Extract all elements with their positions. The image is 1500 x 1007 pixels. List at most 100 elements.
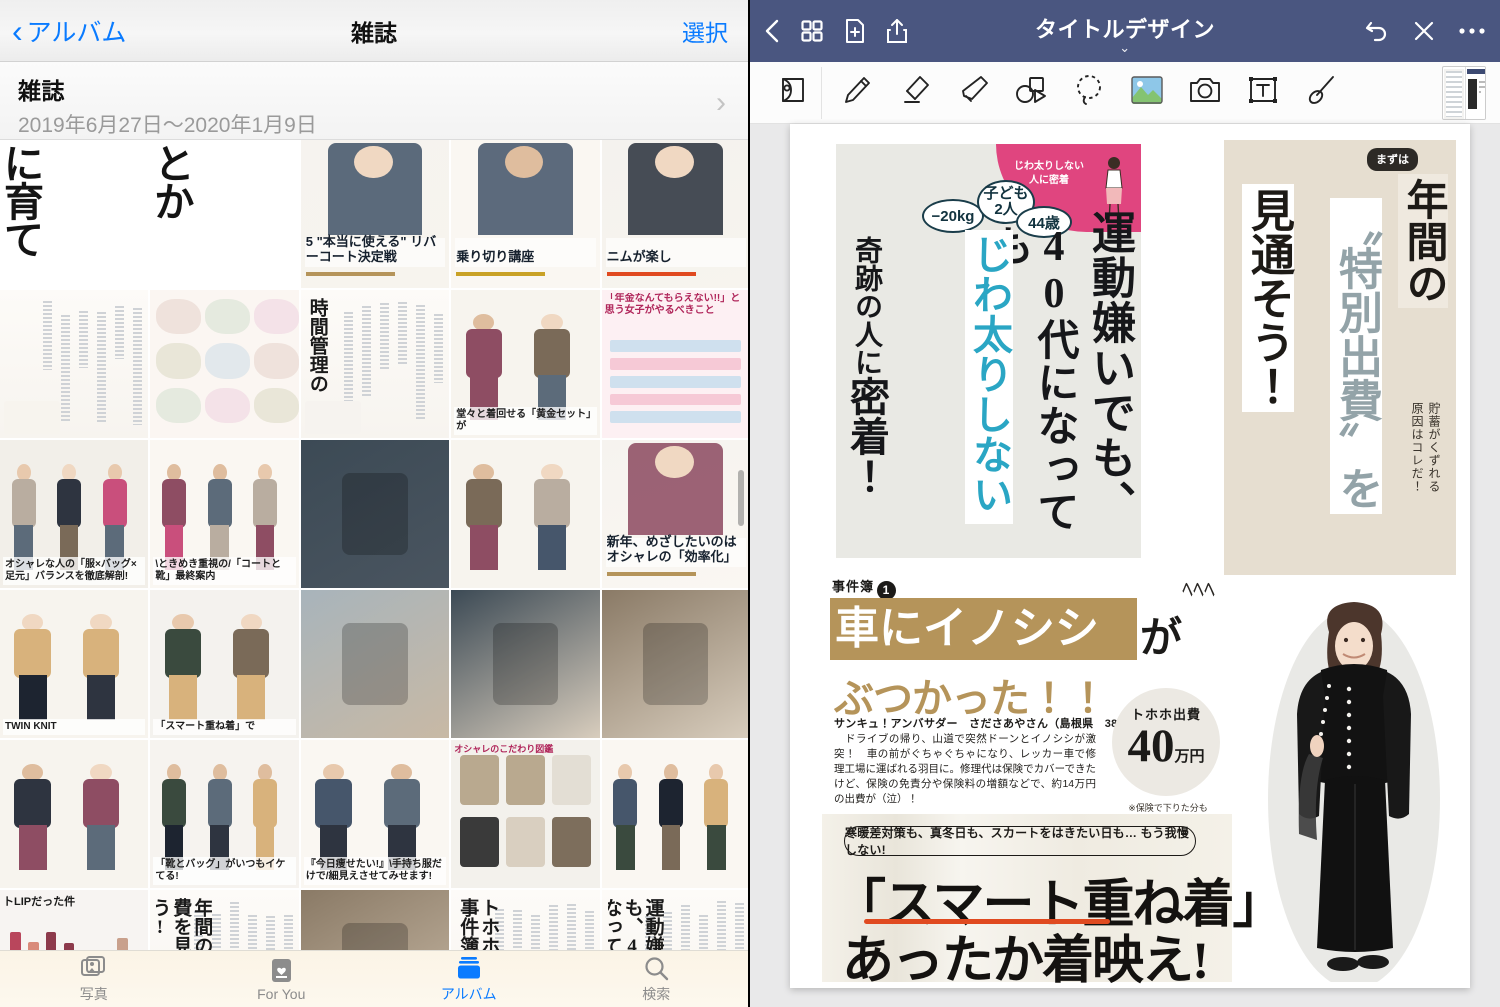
photo-thumbnail[interactable]: [0, 290, 149, 438]
nenkan-line-2: 〝特別出費〟を: [1330, 198, 1382, 514]
tab-albums[interactable]: アルバム: [375, 955, 563, 1004]
photo-thumbnail[interactable]: 乗り切り講座: [451, 140, 600, 288]
photo-thumbnail[interactable]: [0, 740, 149, 888]
photo-thumbnail[interactable]: 「靴とバッグ」がいつもイケてる!: [150, 740, 299, 888]
back-icon[interactable]: [764, 18, 780, 44]
photo-thumbnail[interactable]: トLIPだった件: [0, 890, 149, 950]
grid-scrollbar[interactable]: [738, 470, 744, 526]
back-to-albums-button[interactable]: ‹ アルバム: [12, 13, 126, 49]
select-button[interactable]: 選択: [682, 14, 728, 48]
photos-icon: [0, 955, 188, 982]
photos-app-pane: ‹ アルバム 雑誌 選択 雑誌 2019年6月27日〜2020年1月9日 › に…: [0, 0, 750, 1007]
photo-thumbnail[interactable]: [601, 740, 748, 888]
eraser-tool[interactable]: [886, 67, 944, 119]
clipping-kasaneki[interactable]: 寒暖差対策も、真冬日も、スカートをはきたい日も… もう我慢しない! 「スマート重…: [822, 814, 1334, 990]
chevron-right-icon[interactable]: ›: [716, 86, 726, 120]
clipping-model-photo[interactable]: [1251, 594, 1456, 989]
clip-tool[interactable]: [1292, 67, 1350, 119]
undo-icon[interactable]: [1364, 19, 1390, 43]
headline-line-3: じわ太りしない: [965, 230, 1013, 524]
photo-thumbnail[interactable]: [300, 890, 450, 950]
photo-thumbnail[interactable]: TWIN KNIT: [0, 590, 149, 738]
photo-thumbnail[interactable]: [150, 290, 299, 438]
search-icon: [563, 955, 749, 982]
more-icon[interactable]: [1458, 27, 1486, 35]
tab-for-you[interactable]: For You: [188, 957, 376, 1002]
nenkan-side-note: 貯蓄がくずれる 原因はコレだ！: [1410, 402, 1441, 493]
photo-thumbnail[interactable]: と か: [150, 140, 299, 288]
clipping-jiwabutori[interactable]: じわ太りしない 人に密着 −20kg 子ども 2人 44歳 運動嫌いでも、 40代に…: [836, 144, 1141, 558]
photo-thumbnail[interactable]: 『今日痩せたい!』\手持ち服だけで/細見えさせてみせます!: [300, 740, 450, 888]
chevron-down-icon: ⌄: [1119, 39, 1131, 55]
photo-thumbnail[interactable]: トホホな出費事件簿: [451, 890, 600, 950]
photo-thumbnail[interactable]: 5 "本当に使える" リバーコート決定戦: [300, 140, 450, 288]
inoshishi-byline: サンキュ！アンバサダー さださあやさん（島根県 38歳）: [834, 718, 1141, 730]
share-icon[interactable]: [886, 18, 908, 44]
photo-thumbnail[interactable]: オシャレのこだわり図鑑: [451, 740, 600, 888]
clipping-nenkan[interactable]: まずは 年間の 〝特別出費〟を 見通そう！ 貯蓄がくずれる 原因はコレだ！: [1224, 140, 1456, 575]
close-pen-icon[interactable]: [1412, 19, 1436, 43]
photos-navbar: ‹ アルバム 雑誌 選択: [0, 0, 748, 62]
photo-thumbnail[interactable]: [601, 590, 748, 738]
lasso-select-icon: [1074, 74, 1104, 111]
photo-thumbnail[interactable]: 年間の特別出費を見通そう!: [150, 890, 299, 950]
for-you-icon: [188, 957, 376, 984]
chevron-left-icon: ‹: [12, 12, 23, 49]
photo-thumbnail[interactable]: \ときめき重視の/「コートと靴」最終案内: [150, 440, 299, 588]
photo-thumbnail[interactable]: [451, 590, 600, 738]
photo-thumbnail[interactable]: [300, 440, 450, 588]
squiggle-decoration-icon: ﾍﾍﾍ: [1182, 577, 1216, 602]
album-name: 雑誌: [18, 78, 65, 104]
tab-photos[interactable]: 写真: [0, 955, 188, 1004]
cost-seal: トホホ出費 40万円: [1112, 688, 1220, 796]
page-flip-icon: [778, 75, 808, 110]
model-photo-illustration: [1268, 602, 1440, 989]
tab-search[interactable]: 検索: [563, 955, 749, 1004]
highlighter-icon: [957, 74, 989, 111]
notebook-toolbar: [750, 62, 1500, 124]
eraser-icon: [899, 74, 931, 111]
photos-tab-bar: 写真 For You アルバム 検索: [0, 950, 749, 1007]
photo-thumbnail[interactable]: 運動嫌いでも、40代になってもじわ太りしない 奇跡の人に密着!: [601, 890, 748, 950]
canvas-scroll-area[interactable]: じわ太りしない 人に密着 −20kg 子ども 2人 44歳 運動嫌いでも、 40代に…: [750, 124, 1500, 1007]
album-header[interactable]: 雑誌 2019年6月27日〜2020年1月9日 ›: [0, 62, 748, 140]
pen-tool[interactable]: [828, 67, 886, 119]
photo-thumbnail[interactable]: [300, 590, 450, 738]
photo-thumbnail[interactable]: [451, 440, 600, 588]
shapes-tool[interactable]: [1002, 67, 1060, 119]
inoshishi-headline-tail: が: [1140, 616, 1183, 662]
photo-thumbnail[interactable]: 「年金なんてもらえない!!」と思う女子がやるべきこと: [601, 290, 748, 438]
text-box-tool[interactable]: [1234, 67, 1292, 119]
text-box-icon: [1248, 75, 1278, 110]
page-flip-tool[interactable]: [764, 66, 822, 119]
clipping-inoshishi[interactable]: 事件簿 1 車にイノシシ が ﾍﾍﾍ ぶつかった！！ サンキュ！アンバサダー さだ…: [830, 576, 1230, 825]
lasso-select-tool[interactable]: [1060, 67, 1118, 119]
page-thumbnail[interactable]: [1442, 65, 1486, 120]
shapes-icon: [1014, 75, 1048, 110]
notebook-page[interactable]: じわ太りしない 人に密着 −20kg 子ども 2人 44歳 運動嫌いでも、 40代に…: [790, 124, 1470, 990]
case-label: 事件簿 1: [832, 576, 897, 600]
kasaneki-line-2: あったか着映え!: [842, 933, 1209, 990]
album-date-range: 2019年6月27日〜2020年1月9日: [18, 114, 317, 137]
photo-thumbnail[interactable]: 新年、めざしたいのはオシャレの「効率化」: [601, 440, 748, 588]
headline-side: 奇跡の人に密着！: [844, 236, 889, 496]
camera-tool[interactable]: [1176, 67, 1234, 119]
photo-thumbnail[interactable]: オシャレな人の「服×バッグ×足元」バランスを徹底解剖!: [0, 440, 149, 588]
photo-thumbnail[interactable]: ニムが楽し: [601, 140, 748, 288]
photo-thumbnail[interactable]: に 育 て: [0, 140, 149, 288]
pen-icon: [841, 74, 873, 111]
image-tool[interactable]: [1118, 67, 1176, 119]
albums-icon: [375, 955, 563, 982]
photo-thumbnail[interactable]: 時間管理の: [300, 290, 450, 438]
inoshishi-body: ドライブの帰り、山道で突然ドーンとイノシシが激突！ 車の前がぐちゃぐちゃになり、…: [834, 733, 1096, 805]
tab-label: アルバム: [440, 985, 497, 1002]
add-page-icon[interactable]: [844, 18, 866, 44]
notebook-topbar: タイトルデザイン ⌄: [750, 0, 1500, 62]
tab-label: 検索: [642, 985, 671, 1002]
photo-thumbnail[interactable]: 堂々と着回せる「黄金セット」が: [451, 290, 600, 438]
grid-view-icon[interactable]: [800, 19, 824, 43]
seal-amount: 40万円: [1127, 720, 1205, 772]
thumb-right-page: [1465, 66, 1485, 119]
photo-thumbnail[interactable]: 「スマート重ね着」で: [150, 590, 299, 738]
highlighter-tool[interactable]: [944, 67, 1002, 119]
